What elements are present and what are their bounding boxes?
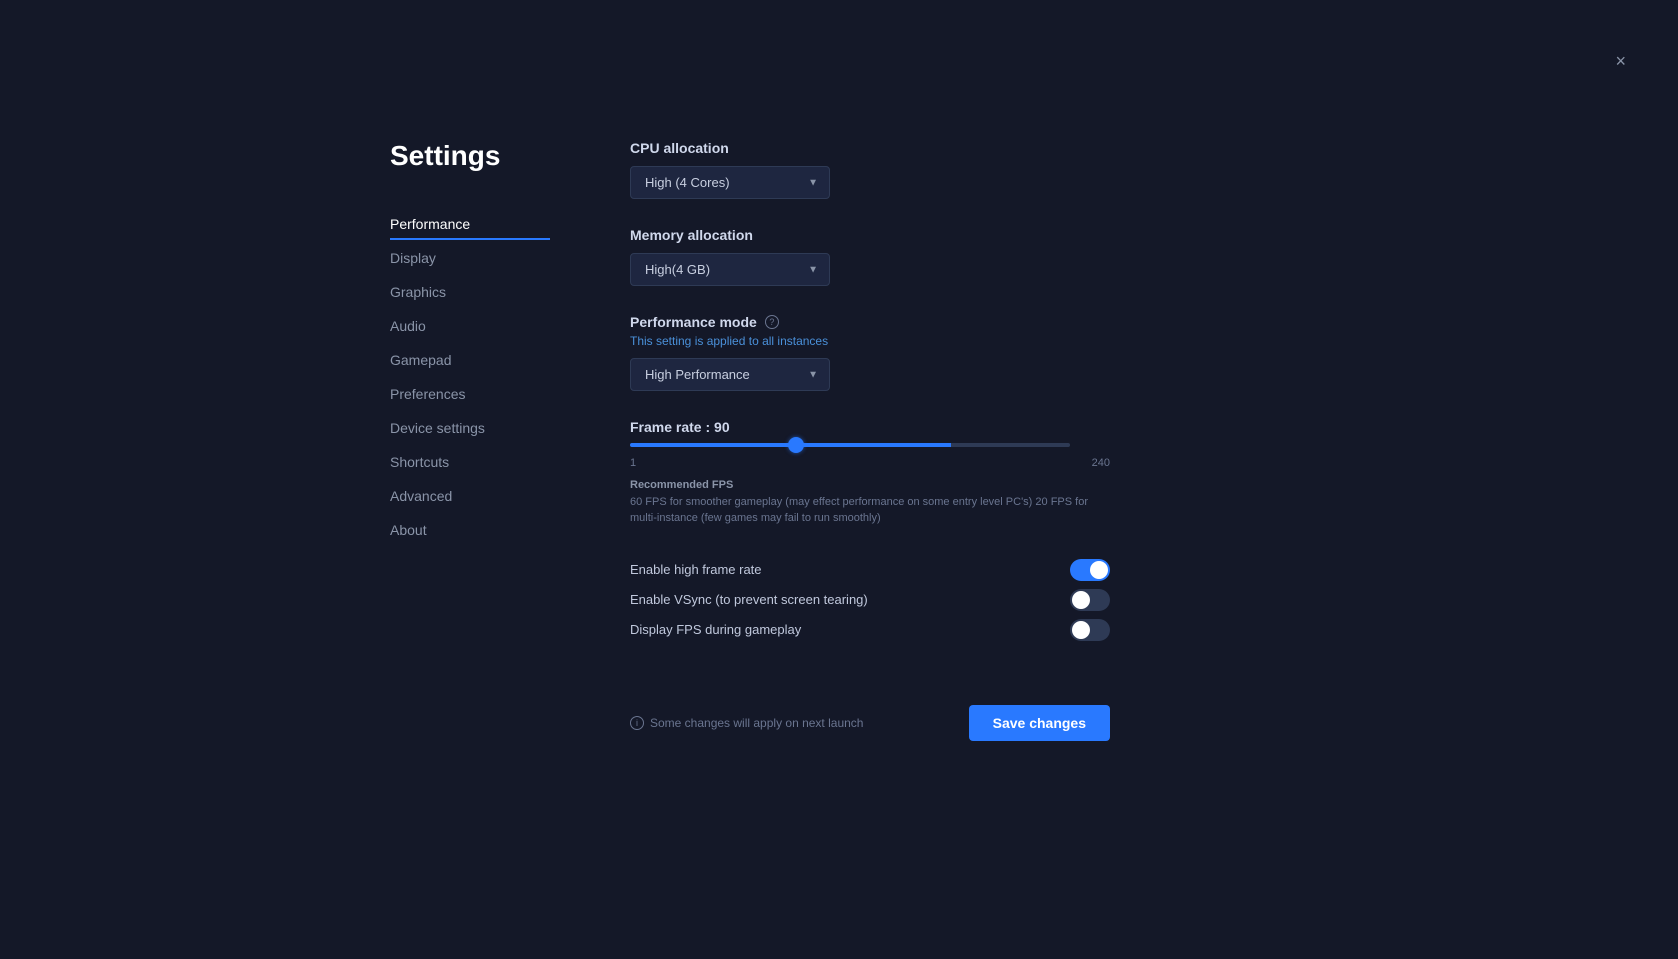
cpu-allocation-wrapper: Low (1 Core) Medium (2 Cores) High (4 Co… bbox=[630, 166, 830, 199]
settings-container: Settings Performance Display Graphics Au… bbox=[390, 140, 1110, 741]
performance-mode-wrapper: Power saving Balanced High Performance ▼ bbox=[630, 358, 830, 391]
toggle-vsync-label: Enable VSync (to prevent screen tearing) bbox=[630, 592, 868, 607]
memory-allocation-group: Memory allocation Low (1 GB) Medium (2 G… bbox=[630, 227, 1110, 286]
memory-allocation-wrapper: Low (1 GB) Medium (2 GB) High(4 GB) Very… bbox=[630, 253, 830, 286]
slider-max-label: 240 bbox=[1092, 457, 1110, 469]
memory-allocation-select[interactable]: Low (1 GB) Medium (2 GB) High(4 GB) Very… bbox=[630, 253, 830, 286]
framerate-section: Frame rate : 90 1 240 Recommended FPS 60… bbox=[630, 419, 1110, 527]
toggle-display-fps-knob bbox=[1072, 621, 1090, 639]
close-button[interactable]: × bbox=[1615, 52, 1626, 70]
footer-info-icon: i bbox=[630, 716, 644, 730]
sidebar-item-device-settings[interactable]: Device settings bbox=[390, 412, 550, 444]
sidebar-item-audio[interactable]: Audio bbox=[390, 310, 550, 342]
sidebar-item-advanced[interactable]: Advanced bbox=[390, 480, 550, 512]
cpu-allocation-group: CPU allocation Low (1 Core) Medium (2 Co… bbox=[630, 140, 1110, 199]
cpu-allocation-label: CPU allocation bbox=[630, 140, 1110, 156]
performance-mode-label: Performance mode bbox=[630, 314, 757, 330]
toggle-high-frame-rate[interactable] bbox=[1070, 559, 1110, 581]
settings-title: Settings bbox=[390, 140, 550, 172]
sidebar-item-display[interactable]: Display bbox=[390, 242, 550, 274]
performance-mode-sublabel: This setting is applied to all instances bbox=[630, 334, 1110, 348]
sidebar-item-performance[interactable]: Performance bbox=[390, 208, 550, 240]
framerate-label: Frame rate : 90 bbox=[630, 419, 1110, 435]
toggle-high-frame-rate-knob bbox=[1090, 561, 1108, 579]
performance-mode-select[interactable]: Power saving Balanced High Performance bbox=[630, 358, 830, 391]
performance-mode-info-icon[interactable]: ? bbox=[765, 315, 779, 329]
sidebar-item-preferences[interactable]: Preferences bbox=[390, 378, 550, 410]
performance-mode-group: Performance mode ? This setting is appli… bbox=[630, 314, 1110, 391]
framerate-slider[interactable] bbox=[630, 443, 1070, 447]
toggle-display-fps-row: Display FPS during gameplay bbox=[630, 615, 1110, 645]
footer-note-text: Some changes will apply on next launch bbox=[650, 716, 863, 730]
cpu-allocation-select[interactable]: Low (1 Core) Medium (2 Cores) High (4 Co… bbox=[630, 166, 830, 199]
toggle-high-frame-rate-row: Enable high frame rate bbox=[630, 555, 1110, 585]
sidebar-item-shortcuts[interactable]: Shortcuts bbox=[390, 446, 550, 478]
performance-mode-label-wrapper: Performance mode ? bbox=[630, 314, 1110, 330]
toggle-high-frame-rate-label: Enable high frame rate bbox=[630, 562, 762, 577]
memory-allocation-label: Memory allocation bbox=[630, 227, 1110, 243]
toggle-high-frame-rate-track bbox=[1070, 559, 1110, 581]
slider-min-label: 1 bbox=[630, 457, 636, 469]
fps-recommendation: Recommended FPS 60 FPS for smoother game… bbox=[630, 477, 1110, 527]
toggle-display-fps-label: Display FPS during gameplay bbox=[630, 622, 801, 637]
sidebar-item-about[interactable]: About bbox=[390, 514, 550, 546]
toggle-vsync-row: Enable VSync (to prevent screen tearing) bbox=[630, 585, 1110, 615]
sidebar-item-gamepad[interactable]: Gamepad bbox=[390, 344, 550, 376]
footer-note: i Some changes will apply on next launch bbox=[630, 716, 863, 730]
toggle-vsync[interactable] bbox=[1070, 589, 1110, 611]
fps-recommendation-text: 60 FPS for smoother gameplay (may effect… bbox=[630, 496, 1088, 525]
slider-range-labels: 1 240 bbox=[630, 457, 1110, 469]
toggle-vsync-knob bbox=[1072, 591, 1090, 609]
footer-row: i Some changes will apply on next launch… bbox=[630, 689, 1110, 741]
toggles-section: Enable high frame rate Enable VSync (to … bbox=[630, 555, 1110, 645]
sidebar-item-graphics[interactable]: Graphics bbox=[390, 276, 550, 308]
main-content: CPU allocation Low (1 Core) Medium (2 Co… bbox=[630, 140, 1110, 741]
fps-recommendation-title: Recommended FPS bbox=[630, 479, 733, 491]
settings-left-panel: Settings Performance Display Graphics Au… bbox=[390, 140, 550, 741]
toggle-display-fps[interactable] bbox=[1070, 619, 1110, 641]
sidebar: Performance Display Graphics Audio Gamep… bbox=[390, 208, 550, 546]
toggle-vsync-track bbox=[1070, 589, 1110, 611]
save-changes-button[interactable]: Save changes bbox=[969, 705, 1110, 741]
toggle-display-fps-track bbox=[1070, 619, 1110, 641]
